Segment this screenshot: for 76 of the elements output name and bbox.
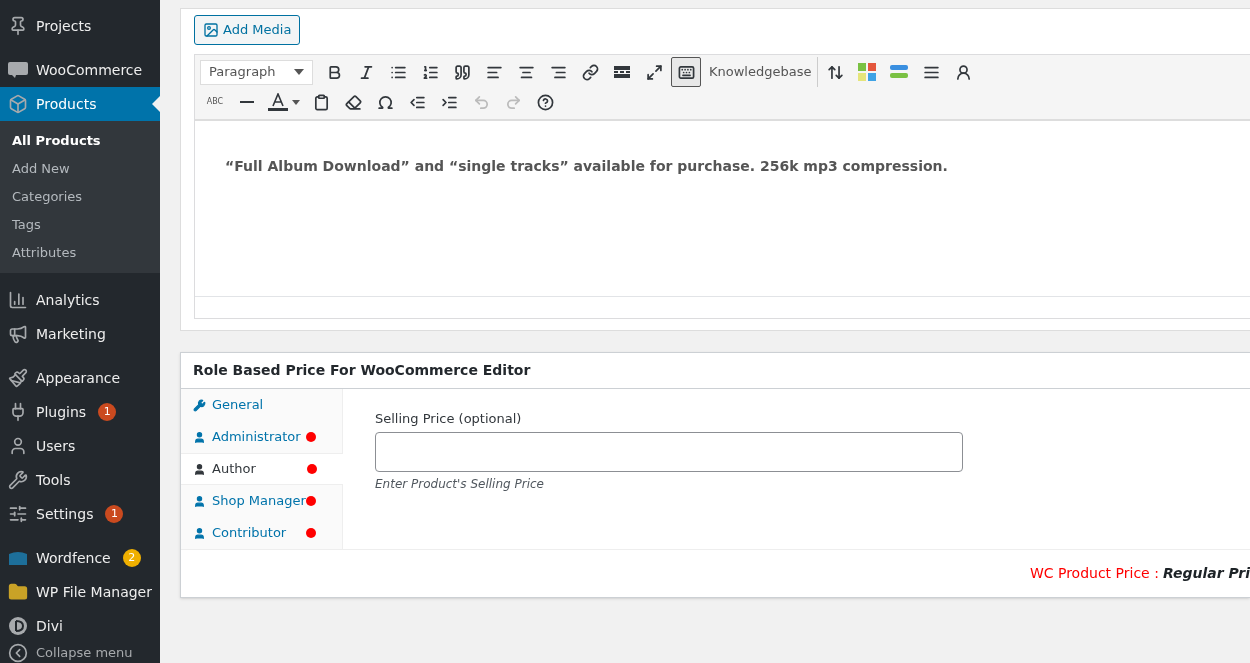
collapse-menu-link[interactable]: Collapse menu [0, 643, 160, 663]
user-icon [8, 436, 28, 456]
submenu-item[interactable]: Add New [0, 155, 160, 183]
quote-icon [453, 63, 471, 81]
sidebar-item[interactable]: Divi [0, 609, 160, 643]
collapse-icon [8, 643, 28, 663]
colored-grid-icon [858, 63, 877, 81]
sidebar-item[interactable]: Wordfence 2 [0, 541, 160, 575]
person-icon [954, 63, 972, 81]
role-tab[interactable]: Administrator [181, 421, 342, 453]
special-character-icon [376, 93, 394, 111]
sort-icon-icon [826, 63, 844, 81]
field-label: Selling Price (optional) [375, 410, 523, 428]
submenu-item[interactable]: Categories [0, 183, 160, 211]
link-icon [581, 63, 599, 81]
sidebar-item[interactable]: WooCommerce [0, 53, 160, 87]
text-color-icon [268, 93, 288, 111]
add-media-button[interactable]: Add Media [194, 15, 301, 45]
sidebar-item[interactable]: Plugins 1 [0, 395, 160, 429]
horizontal-line-icon [240, 101, 254, 103]
count-badge: 1 [98, 403, 117, 421]
paintbrush-icon [8, 368, 28, 388]
bar-chart-icon [8, 290, 28, 310]
user-icon [193, 494, 206, 508]
paste-text-icon [312, 93, 330, 111]
folder-icon [8, 582, 28, 602]
help-icon [536, 93, 554, 111]
sidebar-item[interactable]: Appearance [0, 361, 160, 395]
submenu-item[interactable]: All Products [0, 127, 160, 155]
role-tab[interactable]: General [181, 389, 342, 421]
role-tab[interactable]: Contributor [181, 517, 342, 549]
sidebar-item[interactable]: Analytics [0, 283, 160, 317]
numbered-list-icon [421, 63, 439, 81]
clear-formatting-icon [344, 93, 362, 111]
user-icon [193, 462, 206, 476]
submenu-item[interactable]: Attributes [0, 239, 160, 267]
sidebar-item[interactable]: Products [0, 87, 160, 121]
image-icon [203, 22, 219, 38]
user-icon [193, 526, 206, 540]
strikethrough-button[interactable]: ABC [200, 87, 230, 117]
field-hint: Enter Product's Selling Price [375, 475, 545, 493]
dropdown-caret-icon [292, 99, 300, 105]
redo-icon [504, 93, 522, 111]
wrench-icon [8, 470, 28, 490]
read-more-icon [614, 66, 630, 78]
pin-icon [8, 16, 28, 36]
user-icon [193, 430, 206, 444]
toolbar-toggle-icon [677, 63, 695, 81]
undo-icon [472, 93, 490, 111]
footer-label: WC Product Price : [1029, 564, 1159, 583]
description-paragraph: “Full Album Download” and “single tracks” available for purchase. 256k mp3 compression. [225, 157, 949, 176]
sidebar-item[interactable]: Users [0, 429, 160, 463]
toolbar-toggle-button[interactable] [671, 57, 701, 87]
count-badge: 2 [122, 549, 141, 567]
dropdown-caret-icon [294, 69, 304, 75]
megaphone-icon [8, 324, 28, 344]
sidebar-item[interactable]: Projects [0, 9, 160, 43]
format-select[interactable]: Paragraph [200, 59, 313, 85]
knowledgebase-button[interactable]: Knowledgebase [703, 57, 819, 87]
sliders-icon [8, 504, 28, 524]
box-icon [8, 94, 28, 114]
count-badge: 1 [105, 505, 124, 523]
sidebar-item[interactable]: WP File Manager [0, 575, 160, 609]
selling-price-input[interactable] [375, 431, 963, 472]
sidebar-item[interactable]: Tools [0, 463, 160, 497]
role-tab[interactable]: Shop Manager [181, 485, 342, 517]
sidebar-item[interactable]: Marketing [0, 317, 160, 351]
sidebar-item[interactable]: Settings 1 [0, 497, 160, 531]
submenu-item[interactable]: Tags [0, 211, 160, 239]
wrench-icon [193, 398, 206, 412]
role-tab[interactable]: Author [181, 453, 343, 485]
footer-value: Regular Pri [1162, 564, 1250, 583]
current-pointer-icon [152, 96, 160, 112]
letter-d-icon [8, 616, 28, 636]
stacked-bars-icon [890, 65, 909, 79]
fullscreen-icon [645, 63, 663, 81]
